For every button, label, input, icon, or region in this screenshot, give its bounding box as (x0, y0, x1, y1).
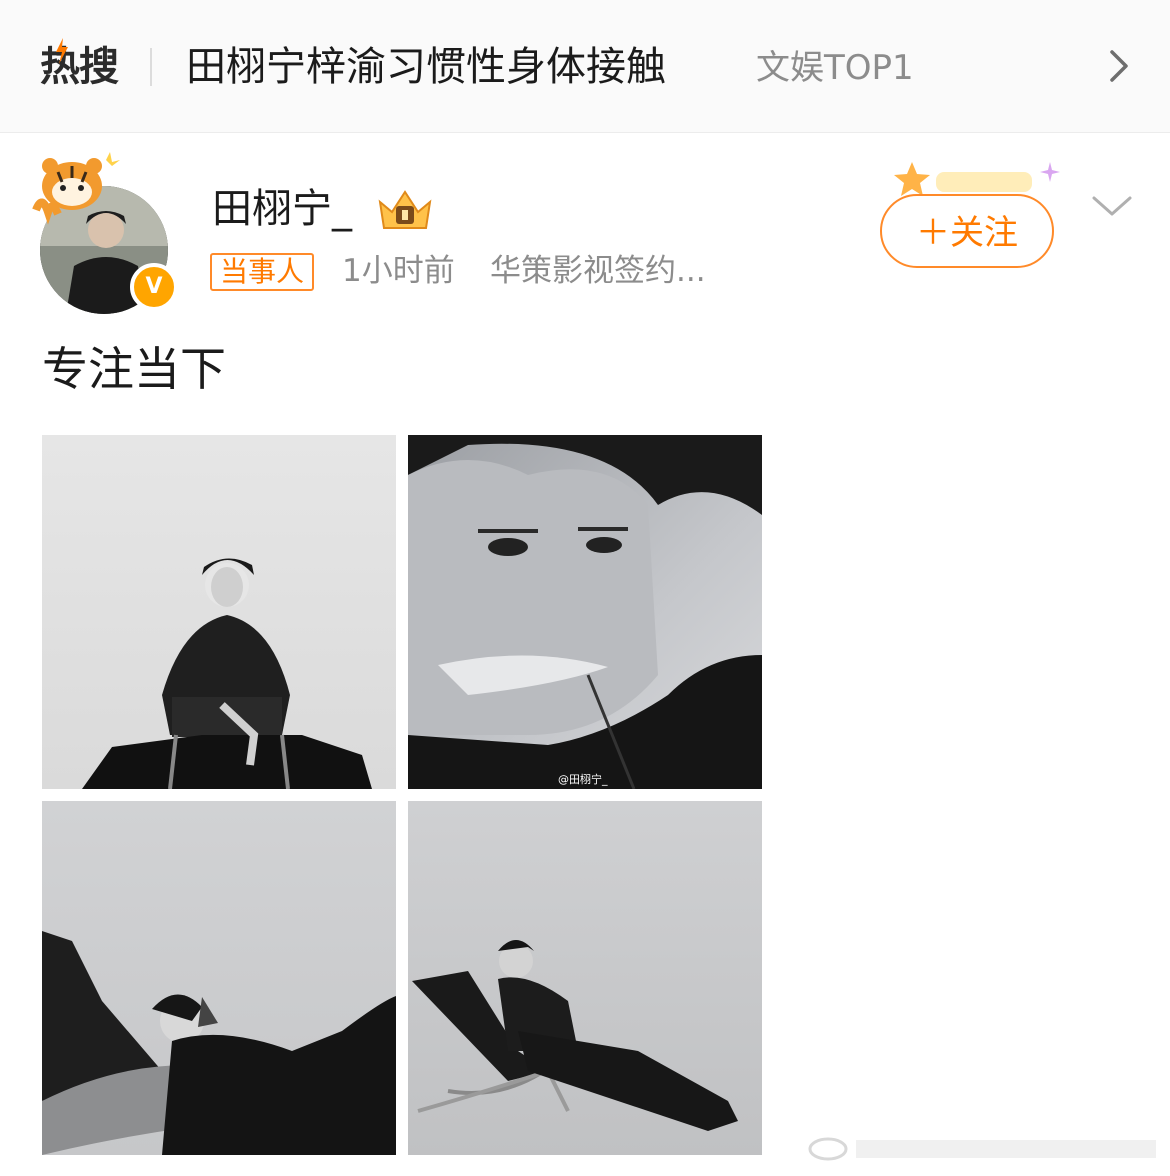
follow-button[interactable]: ＋关注 (880, 194, 1054, 268)
hot-search-bar[interactable]: 热搜 田栩宁梓渝习惯性身体接触 文娱TOP1 (0, 0, 1170, 133)
corner-watermark-icon (808, 1137, 1156, 1161)
verified-badge-icon: V (130, 263, 178, 311)
photo-1-image (82, 558, 372, 789)
photo-1[interactable] (42, 435, 396, 789)
photo-3[interactable] (42, 801, 396, 1155)
photo-2[interactable]: @田栩宁_ (408, 435, 762, 789)
crown-badge-icon (378, 190, 432, 229)
post-source[interactable]: 华策影视签约... (490, 250, 706, 292)
photo-4[interactable] (408, 801, 762, 1155)
hot-topic-title[interactable]: 田栩宁梓渝习惯性身体接触 (186, 40, 666, 94)
photo-watermark: @田栩宁_ (558, 773, 608, 786)
photo-2-image (408, 435, 762, 789)
post-time: 1小时前 (342, 253, 455, 289)
hot-topic-rank: 文娱TOP1 (756, 48, 914, 88)
divider (150, 48, 152, 86)
hot-search-logo: 热搜 (40, 38, 119, 92)
chevron-down-icon[interactable] (1090, 192, 1134, 220)
chevron-right-icon[interactable] (1104, 48, 1134, 84)
post-text: 专注当下 (42, 342, 226, 396)
photo-3-image (42, 931, 396, 1155)
hot-search-logo-text: 热搜 (40, 44, 119, 90)
photo-4-image (412, 940, 738, 1131)
avatar[interactable]: V (32, 150, 182, 314)
username[interactable]: 田栩宁_ (212, 182, 352, 236)
tiger-avatar-frame-icon (32, 152, 120, 225)
lightning-icon (56, 38, 68, 64)
role-badge: 当事人 (210, 253, 315, 291)
